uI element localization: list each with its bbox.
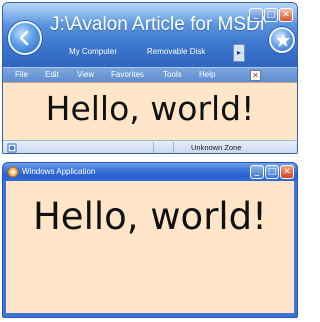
breadcrumb-my-computer[interactable]: My Computer xyxy=(69,47,117,56)
page-status-icon xyxy=(7,143,17,153)
status-separator xyxy=(153,142,154,153)
status-bar: Unknown Zone xyxy=(3,140,297,153)
minimize-button[interactable]: _ xyxy=(250,165,264,179)
application-title: Windows Application xyxy=(22,167,96,176)
breadcrumb: My Computer Removable Disk xyxy=(61,44,233,62)
browser-content-area: Hello, world! xyxy=(3,82,297,140)
menu-edit[interactable]: Edit xyxy=(45,70,59,79)
browser-window: J:\Avalon Article for MSDN... My Compute… xyxy=(2,2,298,154)
application-content-area: Hello, world! xyxy=(6,181,294,313)
back-arrow-icon xyxy=(19,30,29,46)
menu-close-button[interactable]: ✕ xyxy=(250,70,261,81)
browser-hello-text: Hello, world! xyxy=(45,89,255,128)
menu-tools[interactable]: Tools xyxy=(163,70,182,79)
menu-file[interactable]: File xyxy=(15,70,28,79)
maximize-button[interactable]: □ xyxy=(264,8,278,22)
browser-window-controls: _ □ ✕ xyxy=(249,8,293,22)
breadcrumb-removable-disk[interactable]: Removable Disk xyxy=(147,47,205,56)
favorites-star-icon xyxy=(276,33,290,47)
close-button[interactable]: ✕ xyxy=(280,165,294,179)
application-window-controls: _ □ ✕ xyxy=(250,165,294,179)
menu-bar: File Edit View Favorites Tools Help ✕ xyxy=(3,67,297,82)
application-window: Windows Application _ □ ✕ Hello, world! xyxy=(2,162,298,318)
application-icon xyxy=(7,166,19,178)
menu-help[interactable]: Help xyxy=(199,70,215,79)
application-hello-text: Hello, world! xyxy=(32,195,267,238)
favorites-button[interactable] xyxy=(269,27,295,53)
minimize-button[interactable]: _ xyxy=(249,8,263,22)
menu-favorites[interactable]: Favorites xyxy=(111,70,144,79)
back-button[interactable] xyxy=(8,21,42,55)
security-zone-label: Unknown Zone xyxy=(191,143,242,152)
maximize-button[interactable]: □ xyxy=(265,165,279,179)
application-title-bar[interactable]: Windows Application _ □ ✕ xyxy=(3,163,297,181)
status-separator xyxy=(173,142,174,153)
browser-navigation-bar: J:\Avalon Article for MSDN... My Compute… xyxy=(3,3,297,67)
breadcrumb-more-button[interactable]: ▸ xyxy=(233,44,245,62)
address-title: J:\Avalon Article for MSDN... xyxy=(50,14,266,35)
menu-view[interactable]: View xyxy=(77,70,94,79)
close-button[interactable]: ✕ xyxy=(279,8,293,22)
